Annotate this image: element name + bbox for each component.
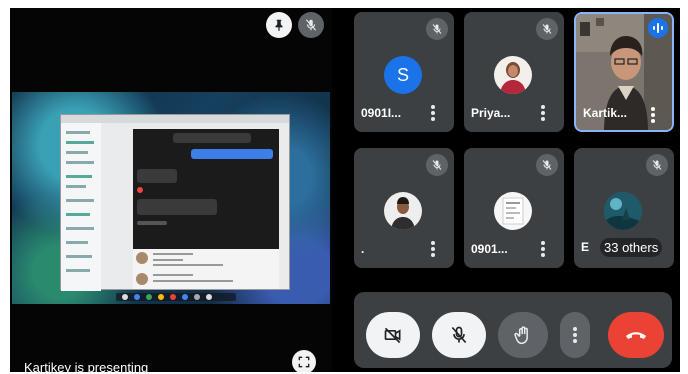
participant-options-button[interactable]: [650, 106, 656, 124]
fullscreen-button[interactable]: [292, 350, 316, 372]
avatar: [494, 192, 532, 230]
participant-name: 0901I...: [361, 106, 402, 120]
taskbar: [116, 293, 236, 301]
camera-toggle-button[interactable]: [366, 312, 420, 358]
end-call-icon: [626, 332, 646, 339]
mic-off-icon: [432, 160, 442, 170]
participant-muted-indicator: [536, 18, 558, 40]
mic-off-icon: [432, 24, 442, 34]
mic-off-icon: [652, 160, 662, 170]
presenter-label: Kartikey is presenting: [24, 360, 149, 372]
avatar: [604, 192, 642, 230]
participant-name: E: [581, 240, 590, 254]
participant-muted-indicator: [646, 154, 668, 176]
profile-photo: [391, 197, 415, 230]
participant-options-button[interactable]: [430, 104, 436, 122]
participant-options-button[interactable]: [430, 240, 436, 258]
meeting-stage: Kartikey is presenting S 0901I... Priya.…: [10, 8, 680, 372]
more-vert-icon: [431, 105, 435, 121]
more-vert-icon: [541, 241, 545, 257]
others-tile[interactable]: E 33 others: [574, 148, 674, 268]
fullscreen-icon: [298, 356, 310, 368]
presentation-mute-button[interactable]: [298, 12, 324, 38]
more-vert-icon: [573, 327, 577, 343]
call-controls-bar: [354, 292, 672, 368]
window-sidebar: [61, 123, 101, 291]
end-call-button[interactable]: [608, 312, 664, 358]
pin-button[interactable]: [266, 12, 292, 38]
participant-options-button[interactable]: [540, 240, 546, 258]
camera-off-icon: [384, 327, 401, 344]
audio-level-icon: [653, 23, 663, 33]
participant-muted-indicator: [536, 154, 558, 176]
profile-photo: [502, 197, 524, 225]
participant-tile[interactable]: Priya...: [464, 12, 564, 132]
shared-app-window: [60, 114, 290, 291]
participant-tile-video[interactable]: Kartik...: [574, 12, 674, 132]
more-vert-icon: [541, 105, 545, 121]
raise-hand-icon: [514, 326, 528, 345]
participant-name: Priya...: [471, 106, 511, 120]
presentation-pane: Kartikey is presenting: [10, 8, 332, 372]
participant-options-button[interactable]: [540, 104, 546, 122]
mic-off-icon: [542, 24, 552, 34]
window-titlebar: [61, 115, 289, 123]
participant-name: 0901...: [471, 242, 508, 256]
profile-photo: [500, 62, 526, 94]
participant-name: .: [361, 242, 365, 256]
pin-icon: [275, 19, 283, 31]
participant-tile[interactable]: 0901...: [464, 148, 564, 268]
mic-off-icon: [451, 326, 467, 344]
chat-panel: [133, 129, 279, 249]
participant-tile[interactable]: S 0901I...: [354, 12, 454, 132]
more-vert-icon: [431, 241, 435, 257]
participant-tile[interactable]: .: [354, 148, 454, 268]
profile-photo: [604, 192, 642, 230]
avatar: S: [384, 56, 422, 94]
mic-toggle-button[interactable]: [432, 312, 486, 358]
avatar: [494, 56, 532, 94]
speaking-indicator: [648, 18, 668, 38]
mic-off-icon: [542, 160, 552, 170]
more-options-button[interactable]: [560, 312, 590, 358]
raise-hand-button[interactable]: [498, 312, 548, 358]
chat-thread: [133, 249, 279, 289]
shared-screen: [12, 92, 330, 304]
participant-muted-indicator: [426, 18, 448, 40]
avatar: [384, 192, 422, 230]
others-count-label: 33 others: [600, 238, 663, 257]
participant-muted-indicator: [426, 154, 448, 176]
mic-off-icon: [305, 19, 317, 31]
more-vert-icon: [651, 107, 655, 123]
participant-name: Kartik...: [583, 106, 628, 120]
